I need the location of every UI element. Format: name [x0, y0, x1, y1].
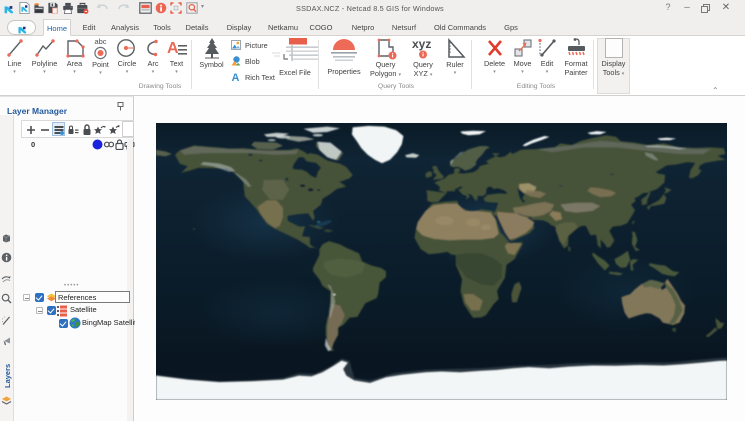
svg-text:A: A	[232, 72, 240, 82]
svg-text:xyz: xyz	[412, 37, 431, 51]
svg-text:A: A	[167, 40, 179, 57]
